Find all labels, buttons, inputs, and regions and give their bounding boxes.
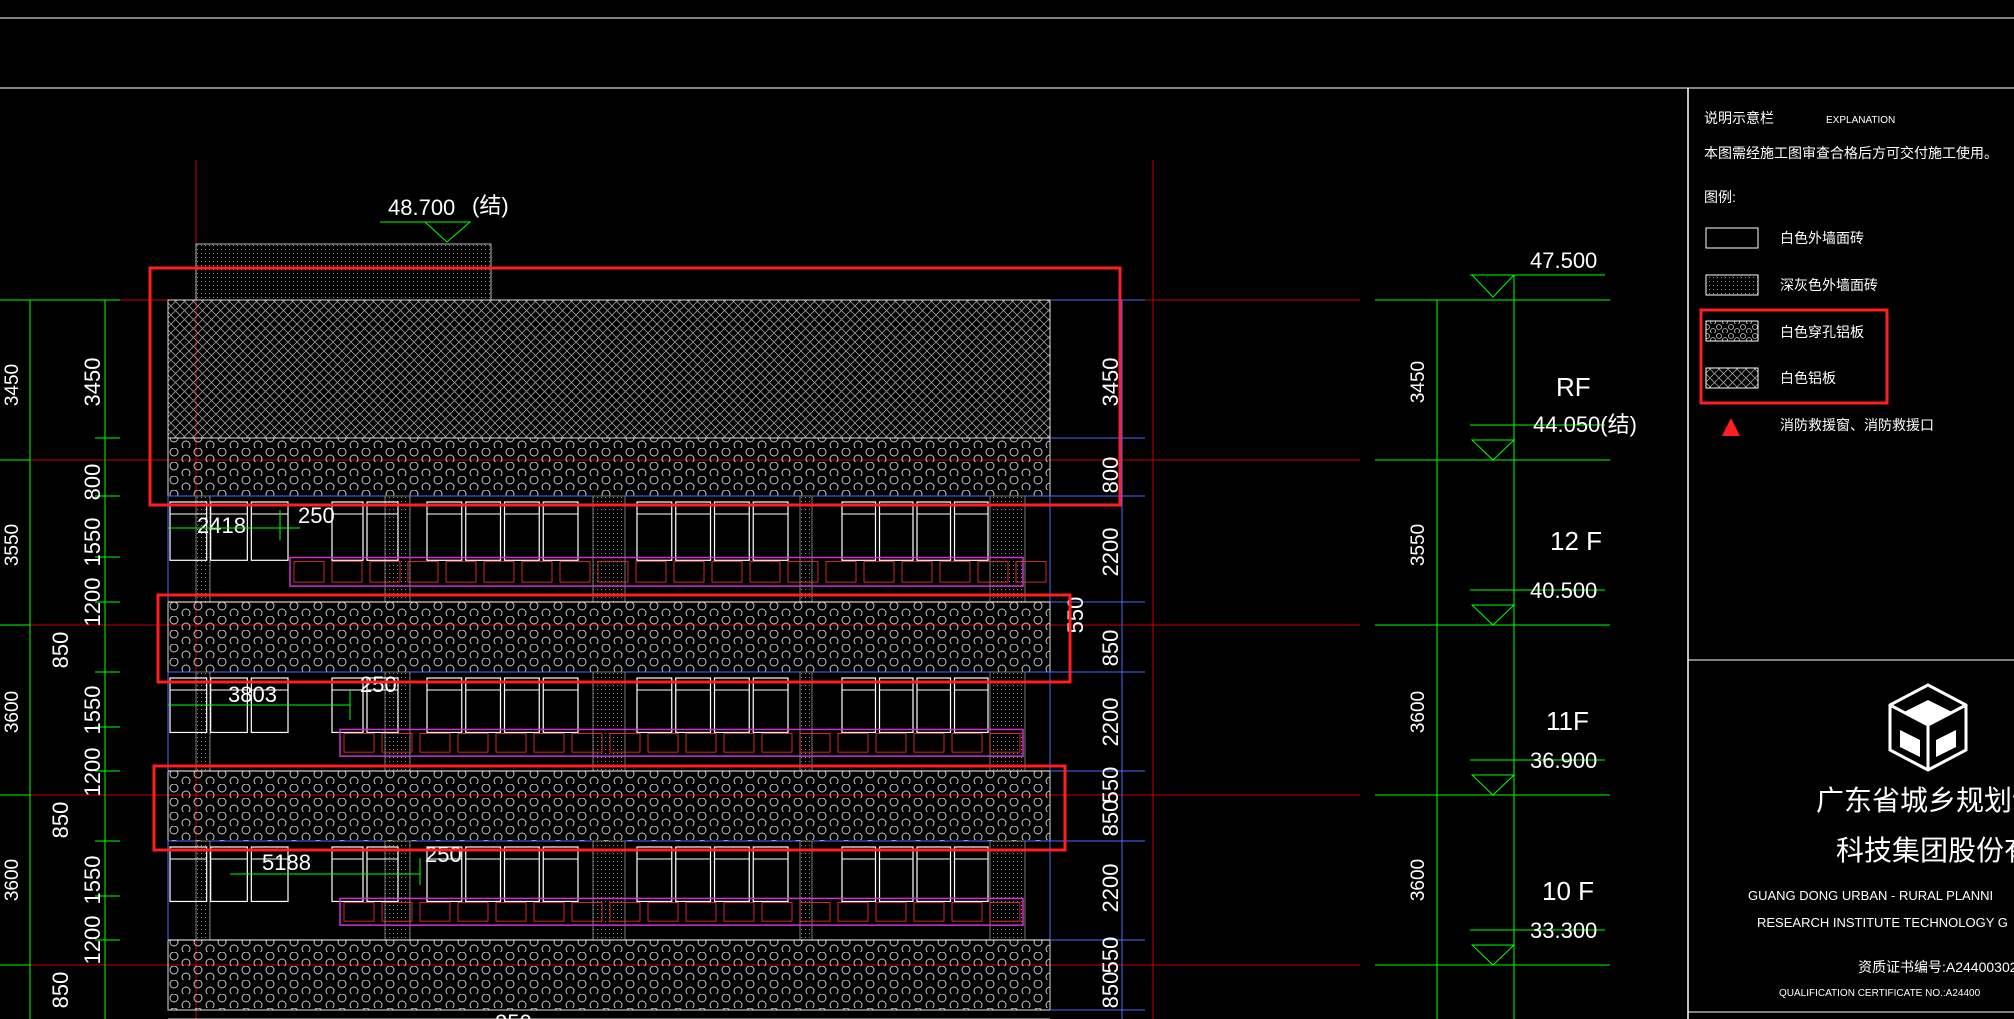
floor-label: 11F — [1546, 706, 1589, 736]
floor-label: 10 F — [1542, 876, 1594, 906]
partial-dim: 250 — [495, 1010, 532, 1019]
right-inner-dim: 2200 — [1098, 864, 1123, 913]
level-value: 36.900 — [1530, 748, 1597, 773]
cert-en: QUALIFICATION CERTIFICATE NO.:A24400 — [1779, 988, 1981, 999]
aluminium-panel-band — [167, 299, 1051, 439]
level-value: 40.500 — [1530, 578, 1597, 603]
left-inner-dim: 3450 — [80, 358, 105, 407]
left-inner-dim: 1550 — [80, 686, 105, 735]
legend-note: 本图需经施工图审查合格后方可交付施工使用。 — [1704, 145, 1998, 161]
left-outer-dim-1: 3450 — [2, 364, 23, 406]
left-outer-dim-3: 3600 — [2, 691, 23, 733]
left-inner-dim: 1200 — [80, 748, 105, 797]
perforated-band-3 — [167, 770, 1051, 842]
cert-cn: 资质证书编号:A24400302 — [1858, 959, 2014, 975]
perforated-band-2 — [167, 601, 1051, 673]
right-inner-dim: 850 — [1098, 630, 1123, 667]
left-inner-dim: 850 — [48, 802, 73, 839]
legend-title-en: EXPLANATION — [1826, 115, 1895, 126]
swatch-dots — [1705, 274, 1759, 296]
left-inner-dim: 1200 — [80, 916, 105, 965]
swatch-crosshatch — [1705, 367, 1759, 389]
level-value: 44.050(结) — [1533, 412, 1637, 437]
right-outer-dim: 3600 — [1408, 859, 1429, 901]
level-value: 33.300 — [1530, 918, 1597, 943]
company-name-en: GUANG DONG URBAN - RURAL PLANNI — [1748, 888, 1993, 903]
right-inner-dim: 550 — [1098, 937, 1123, 974]
right-inner-dim: 850 — [1098, 972, 1123, 1009]
legend-item-label: 白色铝板 — [1780, 370, 1836, 386]
company-logo-icon — [1888, 683, 1968, 772]
swatch-circles — [1705, 320, 1759, 342]
left-outer-dim-4: 3600 — [2, 859, 23, 901]
top-level-value: 48.700 — [388, 195, 455, 220]
right-inner-dim: 550 — [1098, 767, 1123, 804]
right-inner-dim: 2200 — [1098, 528, 1123, 577]
left-inner-dim: 800 — [80, 464, 105, 501]
right-outer-dim: 3550 — [1408, 524, 1429, 566]
legend-item-label: 深灰色外墙面砖 — [1780, 277, 1878, 293]
legend-title-cn: 说明示意栏 — [1704, 110, 1774, 126]
floor-label: RF — [1556, 372, 1591, 402]
company-name-en: RESEARCH INSTITUTE TECHNOLOGY G — [1757, 915, 2008, 930]
window-width-dim: 5188 — [262, 850, 311, 875]
left-inner-dim: 850 — [48, 632, 73, 669]
window-width-dim: 2418 — [197, 513, 246, 538]
right-outer-dim: 3450 — [1408, 361, 1429, 403]
window-gap-dim: 250 — [360, 672, 397, 697]
legend-item-label: 白色外墙面砖 — [1780, 230, 1864, 246]
floor-label: 12 F — [1550, 526, 1602, 556]
legend-heading: 图例: — [1704, 189, 1736, 205]
left-outer-dim-2: 3550 — [2, 524, 23, 566]
company-name-cn: 广东省城乡规划设计研 — [1816, 785, 2014, 816]
right-inner-dim: 850 — [1098, 800, 1123, 837]
legend-swatches — [1705, 227, 1759, 436]
facade — [167, 299, 1051, 1019]
legend-item-label: 白色穿孔铝板 — [1780, 324, 1864, 340]
legend-item-label: 消防救援窗、消防救援口 — [1780, 417, 1934, 433]
left-inner-dim: 1550 — [80, 518, 105, 567]
left-inner-dim: 1550 — [80, 856, 105, 905]
right-outer-dim: 3600 — [1408, 691, 1429, 733]
perforated-band-4 — [167, 939, 1051, 1011]
company-name-cn: 科技集团股份有限公 — [1836, 835, 2014, 866]
window-width-dim: 3803 — [228, 682, 277, 707]
red-triangle-icon — [1722, 418, 1740, 436]
top-level-note: (结) — [472, 193, 509, 218]
window-gap-dim: 250 — [425, 842, 462, 867]
swatch-plain — [1705, 227, 1759, 249]
left-inner-dim: 1200 — [80, 578, 105, 627]
perforated-band-1 — [167, 437, 1051, 497]
level-value: 47.500 — [1530, 248, 1597, 273]
roof-parapet — [195, 243, 492, 301]
left-inner-dim: 850 — [48, 972, 73, 1009]
right-inner-dim: 2200 — [1098, 698, 1123, 747]
window-gap-dim: 250 — [298, 503, 335, 528]
right-inner-dim: 550 — [1063, 597, 1088, 634]
